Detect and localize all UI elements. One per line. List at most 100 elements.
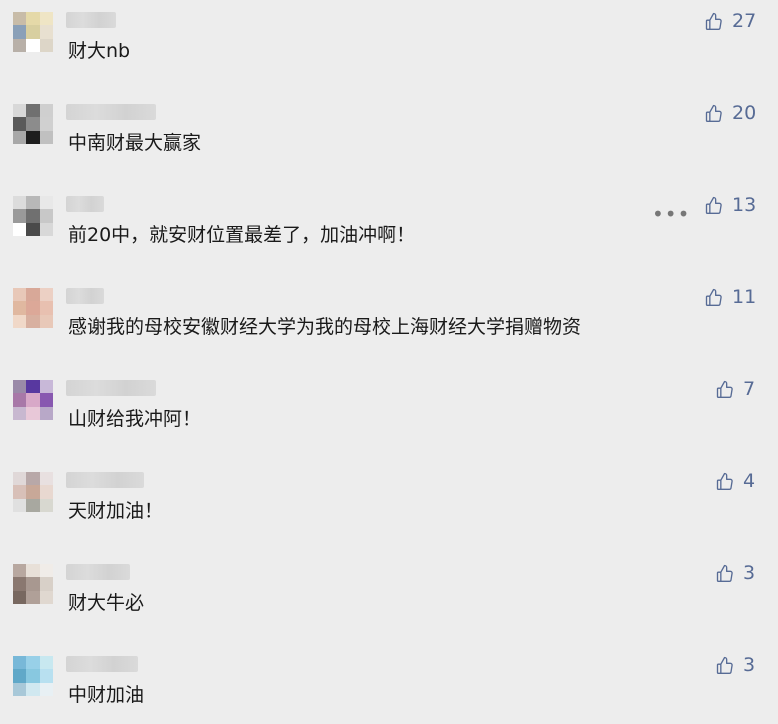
avatar-pixel [39,380,53,394]
avatar[interactable] [13,288,53,328]
avatar-pixel [26,25,40,39]
avatar-pixel [26,380,40,394]
avatar[interactable] [13,656,53,696]
avatar-pixel [39,314,53,328]
like-count: 11 [732,286,757,308]
like-count: 13 [732,194,757,216]
avatar-pixel [13,656,27,670]
avatar-pixel [26,130,40,144]
like-button[interactable]: 7 [715,378,755,400]
avatar[interactable] [13,12,53,52]
like-button[interactable]: 3 [715,562,755,584]
like-count: 7 [743,378,756,400]
avatar-pixel [26,682,40,696]
comment-text: 前20中，就安财位置最差了，加油冲啊！ [68,224,416,246]
avatar-pixel [39,196,53,210]
avatar-pixel [13,590,27,604]
thumbs-up-icon [705,12,722,31]
comment-item: 感谢我的母校安徽财经大学为我的母校上海财经大学捐赠物资 11 [0,276,778,368]
like-button[interactable]: 4 [715,470,755,492]
thumbs-up-icon [705,196,722,214]
avatar-pixel [13,485,27,499]
avatar-pixel [26,590,40,604]
avatar-pixel [26,406,40,420]
avatar-pixel [39,117,53,131]
avatar-pixel [13,12,27,26]
like-button[interactable]: 11 [704,286,756,308]
avatar-pixel [13,130,27,144]
avatar[interactable] [13,104,53,144]
avatar-pixel [13,393,27,407]
avatar-pixel [39,682,53,696]
avatar-pixel [26,117,40,131]
comment-item: 前20中，就安财位置最差了，加油冲啊！ ••• 13 [0,184,778,276]
avatar-pixel [26,656,40,670]
like-count: 20 [732,102,757,124]
avatar-pixel [13,406,27,420]
avatar-pixel [26,314,40,328]
avatar[interactable] [13,564,53,604]
avatar-pixel [13,564,27,578]
comment-item: 财大nb 27 [0,0,778,92]
avatar-pixel [13,288,27,302]
username-blurred [66,656,138,672]
avatar-pixel [39,288,53,302]
avatar-pixel [26,472,40,486]
username-blurred [66,288,104,304]
like-count: 3 [743,562,756,584]
like-count: 4 [743,470,756,492]
avatar-pixel [26,498,40,512]
avatar-pixel [39,12,53,26]
avatar[interactable] [13,196,53,236]
comment-text: 财大nb [68,40,131,62]
avatar-pixel [39,472,53,486]
avatar-pixel [13,209,27,223]
avatar-pixel [26,38,40,52]
avatar-pixel [13,472,27,486]
avatar-pixel [13,314,27,328]
avatar-pixel [26,222,40,236]
thumbs-up-icon [716,380,733,398]
username-blurred [66,472,144,488]
comment-item: 中财加油 3 [0,644,778,724]
username-blurred [66,380,156,396]
like-button[interactable]: 20 [704,102,756,124]
avatar-pixel [39,577,53,591]
comment-item: 山财给我冲阿！ 7 [0,368,778,460]
avatar-pixel [39,104,53,118]
comment-text: 天财加油！ [68,500,164,522]
avatar-pixel [39,130,53,144]
avatar[interactable] [13,380,53,420]
thumbs-up-icon [716,564,733,582]
comment-text: 财大牛必 [68,592,145,614]
comment-text: 感谢我的母校安徽财经大学为我的母校上海财经大学捐赠物资 [68,316,582,338]
username-blurred [66,12,116,28]
thumbs-up-icon [716,656,733,674]
avatar-pixel [13,117,27,131]
username-blurred [66,564,130,580]
avatar-pixel [39,564,53,578]
avatar-pixel [13,301,27,315]
like-button[interactable]: 3 [715,654,755,676]
avatar-pixel [26,564,40,578]
avatar-pixel [13,25,27,39]
thumbs-up-icon [716,472,733,490]
avatar[interactable] [13,472,53,512]
comment-list: 财大nb 27 中南财最大赢家 20 前20中，就安财位置最差了，加油冲啊！ •… [0,0,778,724]
avatar-pixel [26,577,40,591]
like-button[interactable]: 27 [704,10,756,32]
avatar-pixel [39,38,53,52]
more-button[interactable]: ••• [652,202,690,226]
like-count: 27 [732,10,757,32]
thumbs-up-icon [705,288,722,306]
like-button[interactable]: 13 [704,194,756,216]
avatar-pixel [39,485,53,499]
avatar-pixel [26,209,40,223]
avatar-pixel [26,485,40,499]
avatar-pixel [13,104,27,118]
avatar-pixel [13,380,27,394]
avatar-pixel [39,393,53,407]
thumbs-up-icon [705,104,722,123]
avatar-pixel [26,669,40,683]
avatar-pixel [13,577,27,591]
